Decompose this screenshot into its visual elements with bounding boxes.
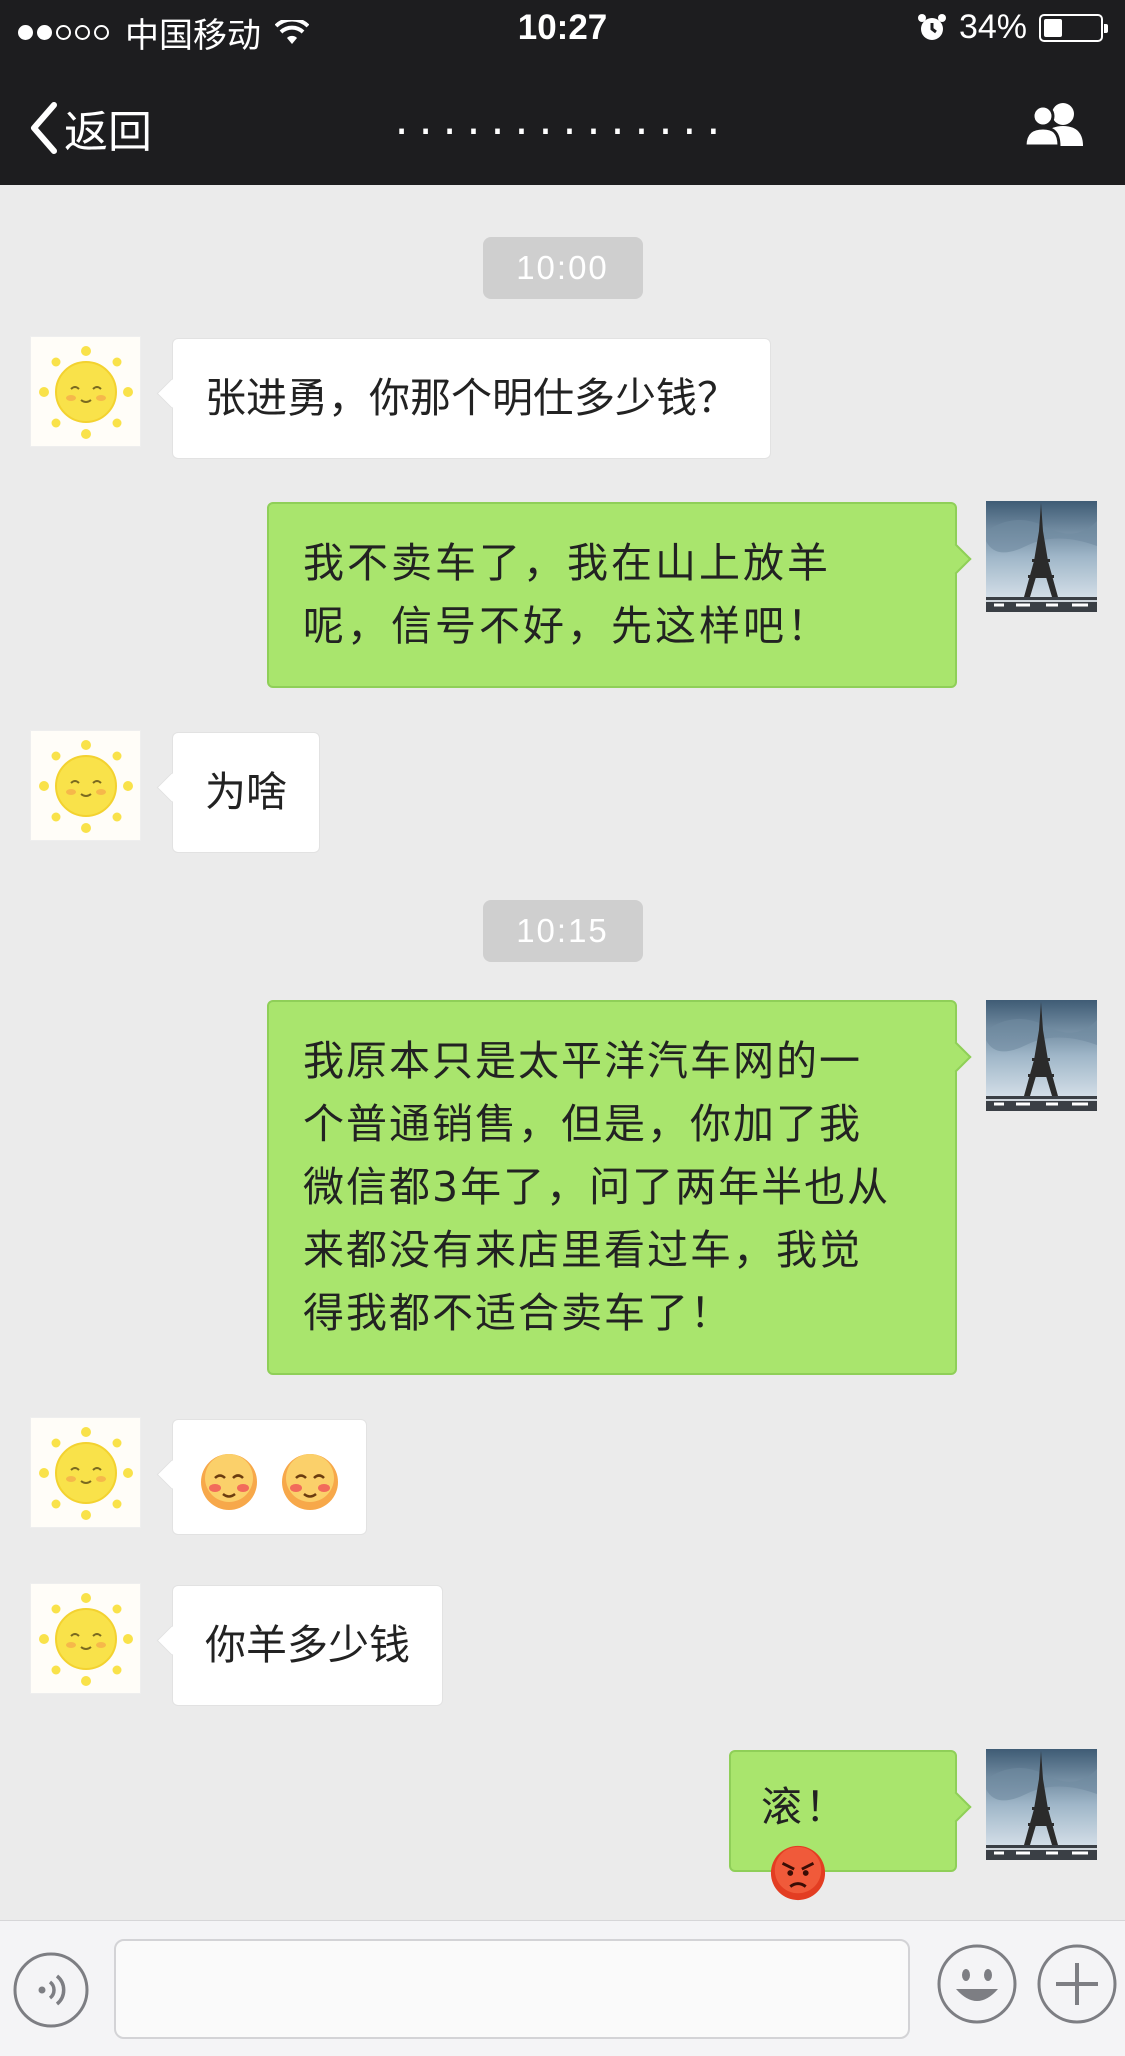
- message-text-line: 个普通销售，但是，你加了我: [303, 1100, 862, 1148]
- back-label: 返回: [64, 107, 152, 158]
- voice-icon: [13, 1952, 89, 2028]
- nav-bar: 返回 ..............: [0, 62, 1125, 185]
- emoji-button[interactable]: [936, 1943, 1018, 2029]
- contact-avatar[interactable]: [30, 336, 141, 447]
- emoji-icon: [937, 1944, 1017, 2024]
- message-text-line: 得我都不适合卖车了！: [303, 1289, 733, 1337]
- more-button[interactable]: [1036, 1943, 1118, 2029]
- plus-icon: [1037, 1944, 1117, 2024]
- contacts-button[interactable]: [1023, 100, 1087, 152]
- status-bar: 中国移动 10:27 34%: [0, 0, 1125, 62]
- message-text: 你羊多少钱: [205, 1621, 410, 1669]
- outgoing-message[interactable]: 我不卖车了，我在山上放羊 呢，信号不好，先这样吧！: [267, 502, 957, 688]
- blush-face-emoji: [199, 1452, 259, 1512]
- incoming-message[interactable]: 为啥: [172, 732, 320, 853]
- incoming-message[interactable]: 张进勇，你那个明仕多少钱？: [172, 338, 771, 459]
- incoming-message[interactable]: [172, 1419, 368, 1535]
- battery-fill: [1044, 18, 1062, 37]
- back-chevron-icon: [31, 102, 57, 154]
- my-avatar[interactable]: [986, 1749, 1097, 1860]
- carrier-name: 中国移动: [125, 17, 261, 55]
- contact-avatar[interactable]: [30, 1417, 141, 1528]
- alarm-icon: [917, 13, 946, 40]
- my-avatar[interactable]: [986, 1000, 1097, 1111]
- input-bar: [0, 1920, 1125, 2056]
- chat-title: ..............: [394, 94, 731, 145]
- message-text-line: 微信都3年了，问了两年半也从: [303, 1163, 891, 1211]
- status-right: 34%: [917, 8, 1108, 47]
- battery-icon: [1039, 13, 1108, 42]
- contact-avatar[interactable]: [30, 1583, 141, 1694]
- angry-face-emoji: [769, 1844, 827, 1902]
- timestamp: 10:15: [482, 900, 643, 962]
- message-text: 滚！: [761, 1783, 849, 1831]
- back-button[interactable]: 返回: [28, 96, 152, 160]
- message-text-line: 来都没有来店里看过车，我觉: [303, 1226, 862, 1274]
- message-text-line: 呢，信号不好，先这样吧！: [303, 602, 831, 650]
- message-input[interactable]: [114, 1939, 910, 2039]
- contact-avatar[interactable]: [30, 730, 141, 841]
- message-text-line: 我原本只是太平洋汽车网的一: [303, 1037, 862, 1085]
- incoming-message[interactable]: 你羊多少钱: [172, 1585, 443, 1706]
- my-avatar[interactable]: [986, 501, 1097, 612]
- status-left: 中国移动: [18, 8, 309, 57]
- outgoing-message[interactable]: 滚！: [729, 1750, 957, 1872]
- chat-area[interactable]: 10:00 张进勇，你那个明仕多少钱？ 我不卖车了，我在山上放羊 呢，信号不好，…: [0, 185, 1125, 1920]
- voice-button[interactable]: [12, 1951, 90, 2033]
- contacts-icon: [1023, 103, 1083, 148]
- battery-percent: 34%: [958, 8, 1027, 46]
- wifi-icon: [275, 19, 309, 44]
- outgoing-message[interactable]: 我原本只是太平洋汽车网的一 个普通销售，但是，你加了我 微信都3年了，问了两年半…: [267, 1000, 957, 1375]
- timestamp: 10:00: [482, 237, 643, 299]
- message-text-line: 我不卖车了，我在山上放羊: [303, 539, 831, 587]
- signal-dots-icon: [18, 25, 109, 40]
- message-text: 张进勇，你那个明仕多少钱？: [205, 374, 738, 422]
- message-text: 为啥: [205, 768, 287, 816]
- blush-face-emoji: [280, 1452, 340, 1512]
